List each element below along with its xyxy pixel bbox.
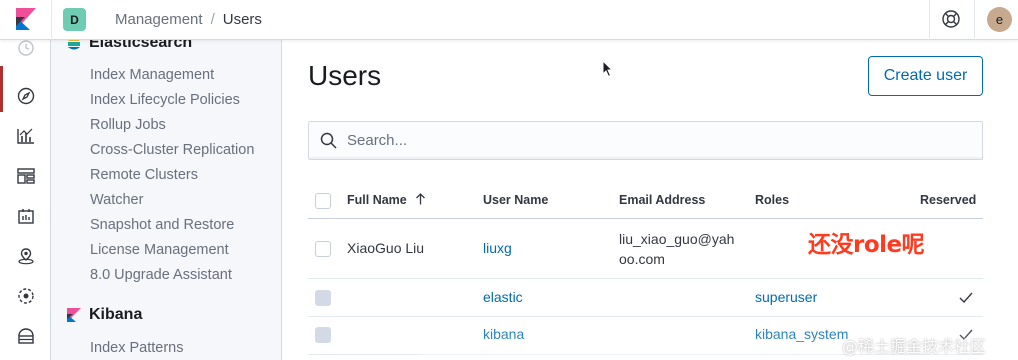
cell-email: liu_xiao_guo@yah oo.com (619, 229, 734, 269)
nav-index-management[interactable]: Index Management (90, 67, 214, 83)
row-checkbox-disabled (315, 327, 331, 343)
create-user-button[interactable]: Create user (868, 56, 983, 96)
cell-user-name-link[interactable]: kibana (483, 326, 524, 342)
select-all-checkbox[interactable] (315, 193, 331, 209)
breadcrumb: Management / Users (115, 11, 262, 28)
watermark: @稀土掘金技术社区 (842, 337, 987, 356)
table-row[interactable]: elastic superuser (308, 279, 983, 317)
breadcrumb-management[interactable]: Management (115, 11, 203, 28)
elasticsearch-logo-icon (68, 40, 80, 50)
nav-cross-cluster-replication[interactable]: Cross-Cluster Replication (90, 142, 254, 158)
nav-rollup-jobs[interactable]: Rollup Jobs (90, 117, 166, 133)
column-header-roles[interactable]: Roles (755, 193, 789, 207)
column-header-reserved[interactable]: Reserved (920, 193, 976, 207)
search-icon (320, 132, 337, 149)
page-title: Users (308, 60, 382, 91)
nav-upgrade-assistant[interactable]: 8.0 Upgrade Assistant (90, 267, 232, 283)
column-header-email[interactable]: Email Address (619, 193, 705, 207)
help-icon[interactable] (941, 9, 961, 29)
management-sidenav: Elasticsearch Index Management Index Lif… (51, 40, 282, 360)
reserved-check-icon (959, 292, 973, 304)
table-header-row: Full Name User Name Email Address Roles … (308, 183, 983, 219)
kibana-logo-icon[interactable] (16, 8, 36, 30)
cell-full-name: XiaoGuo Liu (347, 240, 425, 256)
sort-ascending-icon (416, 193, 426, 205)
clock-icon[interactable] (16, 38, 36, 58)
header-divider (51, 0, 52, 40)
cell-user-name-link[interactable]: liuxg (483, 240, 512, 256)
nav-index-patterns[interactable]: Index Patterns (90, 340, 184, 356)
nav-remote-clusters[interactable]: Remote Clusters (90, 167, 198, 183)
nav-index-lifecycle-policies[interactable]: Index Lifecycle Policies (90, 92, 240, 108)
infrastructure-icon[interactable] (16, 326, 36, 346)
breadcrumb-users: Users (222, 11, 262, 28)
nav-rail-edge (0, 66, 3, 112)
column-label: Full Name (347, 193, 407, 207)
cell-role-link[interactable]: kibana_system (755, 326, 848, 342)
row-checkbox-disabled (315, 290, 331, 306)
nav-rail (0, 40, 51, 360)
column-header-full-name[interactable]: Full Name (347, 193, 426, 207)
handwritten-annotation: 还没role呢 (808, 232, 925, 258)
header-divider (929, 0, 930, 40)
user-avatar[interactable]: e (987, 7, 1012, 32)
header-divider (974, 0, 975, 40)
nav-snapshot-and-restore[interactable]: Snapshot and Restore (90, 217, 234, 233)
breadcrumb-separator: / (210, 11, 215, 28)
space-avatar[interactable]: D (63, 8, 86, 31)
elasticsearch-section-title: Elasticsearch (89, 40, 193, 51)
mouse-cursor-icon (602, 60, 614, 78)
nav-license-management[interactable]: License Management (90, 242, 229, 258)
cell-user-name-link[interactable]: elastic (483, 289, 523, 305)
canvas-icon[interactable] (16, 206, 36, 226)
search-input[interactable] (347, 122, 967, 159)
cell-role-link[interactable]: superuser (755, 289, 817, 305)
email-line: oo.com (619, 251, 665, 267)
discover-compass-icon[interactable] (16, 86, 36, 106)
search-bar (308, 121, 983, 160)
row-checkbox[interactable] (315, 241, 331, 257)
email-line: liu_xiao_guo@yah (619, 231, 735, 247)
ml-icon[interactable] (16, 286, 36, 306)
dashboard-icon[interactable] (16, 166, 36, 186)
kibana-section-title: Kibana (89, 306, 143, 323)
column-header-user-name[interactable]: User Name (483, 193, 548, 207)
kibana-section-logo-icon (67, 308, 81, 322)
visualize-chart-icon[interactable] (16, 126, 36, 146)
nav-watcher[interactable]: Watcher (90, 192, 143, 208)
maps-icon[interactable] (16, 246, 36, 266)
top-header: D Management / Users e (0, 0, 1018, 40)
